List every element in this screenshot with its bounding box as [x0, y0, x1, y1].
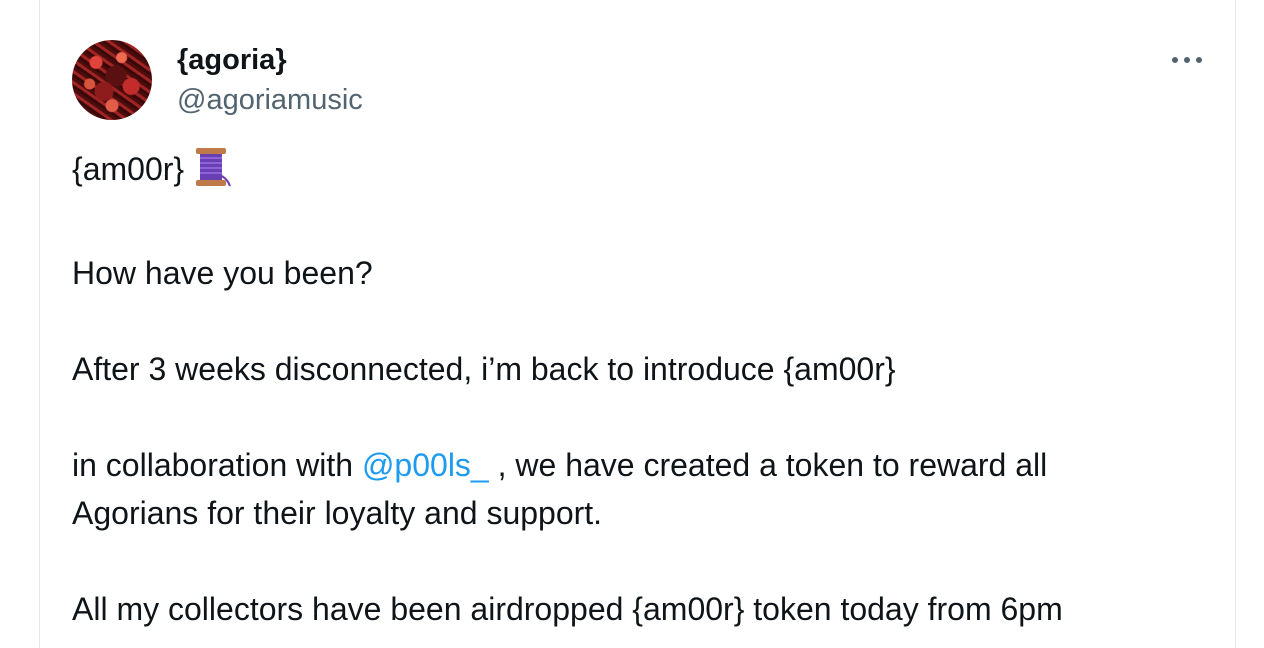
collaboration-text-after: , we have created a token to reward all — [488, 447, 1048, 483]
tweet-line-collaboration: in collaboration with @p00ls_ , we have … — [72, 441, 1192, 489]
tweet-title-text: {am00r} — [72, 151, 185, 187]
more-options-button[interactable] — [1167, 45, 1207, 75]
tweet-line-airdrop: All my collectors have been airdropped {… — [72, 591, 1063, 627]
tweet-header: {agoria} @agoriamusic — [72, 40, 363, 120]
mention-link-p00ls[interactable]: @p00ls_ — [362, 447, 489, 483]
collaboration-text-before: in collaboration with — [72, 447, 362, 483]
author-handle[interactable]: @agoriamusic — [177, 80, 363, 120]
tweet-line-intro: After 3 weeks disconnected, i’m back to … — [72, 351, 896, 387]
thread-spool-icon — [196, 148, 232, 187]
more-dots-icon — [1172, 57, 1202, 63]
tweet-line-title: {am00r} — [72, 145, 1192, 201]
tweet-card: {agoria} @agoriamusic {am00r} How have y… — [39, 0, 1236, 648]
tweet-line-greeting: How have you been? — [72, 255, 373, 291]
thread-spool-emoji — [190, 146, 232, 201]
author-names: {agoria} @agoriamusic — [177, 40, 363, 120]
avatar[interactable] — [72, 40, 152, 120]
tweet-line-agorians: Agorians for their loyalty and support. — [72, 495, 603, 531]
tweet-text: {am00r} How have you been? After 3 weeks… — [72, 145, 1192, 633]
author-display-name[interactable]: {agoria} — [177, 40, 363, 80]
